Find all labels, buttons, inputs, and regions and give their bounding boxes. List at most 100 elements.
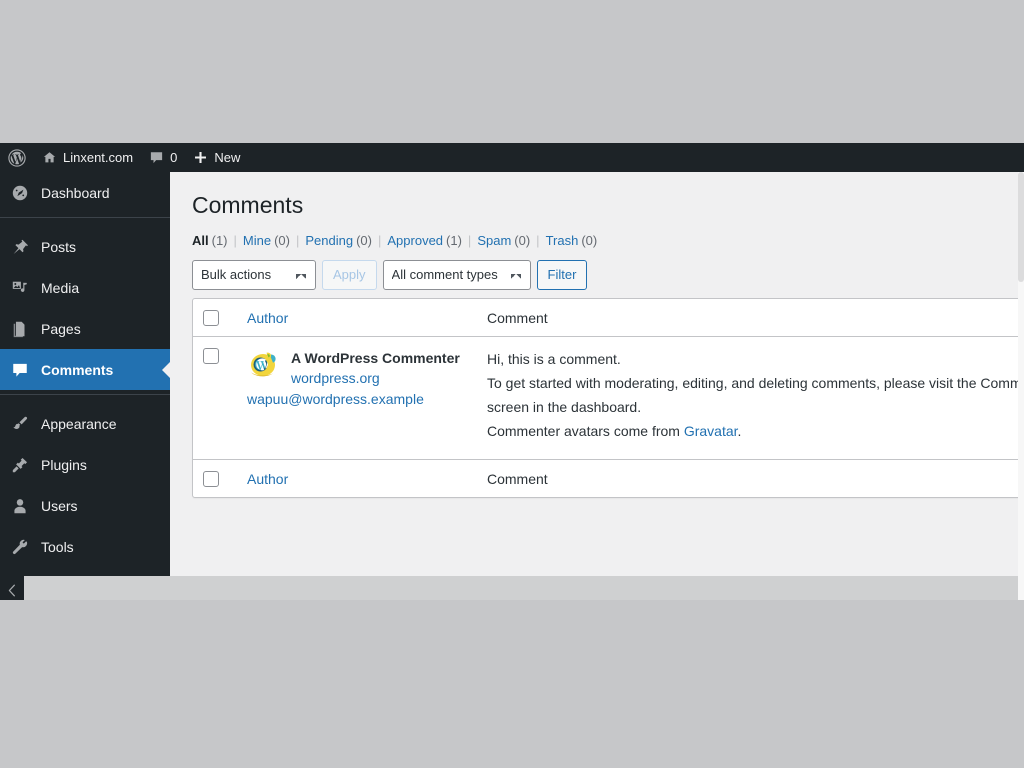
sidebar-item-label: Plugins bbox=[41, 456, 87, 473]
comments-table-body: A WordPress Commenter wordpress.org wapu… bbox=[193, 337, 1024, 459]
comment-line: screen in the dashboard. bbox=[487, 399, 642, 416]
filter-link-approved[interactable]: Approved (1) | bbox=[387, 233, 477, 248]
sidebar-item-label: Media bbox=[41, 279, 80, 296]
wrench-icon bbox=[10, 538, 30, 556]
author-column-label[interactable]: Author bbox=[247, 310, 288, 326]
wapuu-avatar-icon bbox=[247, 347, 279, 380]
sidebar-item-label: Dashboard bbox=[41, 184, 110, 201]
gravatar-link[interactable]: Gravatar bbox=[684, 423, 738, 439]
filter-link-label[interactable]: All bbox=[192, 233, 209, 248]
filter-link-spam[interactable]: Spam (0) | bbox=[477, 233, 545, 248]
author-column-footer[interactable]: Author bbox=[237, 459, 477, 497]
filter-link-all[interactable]: All (1) | bbox=[192, 233, 243, 248]
filter-divider: | bbox=[295, 232, 300, 248]
new-content-label: New bbox=[214, 150, 241, 165]
author-email-link[interactable]: wapuu@wordpress.example bbox=[247, 389, 467, 410]
author-block: A WordPress Commenter wordpress.org wapu… bbox=[247, 347, 467, 411]
comment-text-prefix: Commenter avatars come from bbox=[487, 423, 684, 440]
filter-link-trash[interactable]: Trash (0) bbox=[546, 233, 598, 248]
home-icon bbox=[42, 150, 57, 165]
filter-count: (0) bbox=[356, 232, 372, 248]
comment-line: To get started with moderating, editing,… bbox=[487, 374, 1024, 391]
comment-column-footer: Comment bbox=[477, 459, 1024, 497]
sidebar-item-users[interactable]: Users bbox=[0, 485, 170, 526]
sidebar-item-label: Appearance bbox=[41, 415, 117, 432]
select-all-checkbox-footer[interactable] bbox=[203, 471, 219, 488]
pin-icon bbox=[10, 238, 30, 256]
sidebar-item-label: Posts bbox=[41, 238, 77, 255]
filter-divider: | bbox=[377, 232, 382, 248]
filter-count: (1) bbox=[211, 232, 228, 248]
filter-divider: | bbox=[536, 232, 540, 248]
filter-link-label[interactable]: Pending bbox=[305, 233, 353, 248]
sidebar-item-dashboard[interactable]: Dashboard bbox=[0, 172, 170, 213]
sidebar-item-appearance[interactable]: Appearance bbox=[0, 403, 170, 444]
filter-link-label[interactable]: Approved bbox=[387, 233, 443, 248]
filter-link-label[interactable]: Spam bbox=[477, 233, 511, 248]
sidebar-item-media[interactable]: Media bbox=[0, 267, 170, 308]
sidebar-item-label: Tools bbox=[41, 538, 74, 555]
paintbrush-icon bbox=[10, 415, 30, 433]
author-column-label[interactable]: Author bbox=[247, 471, 288, 487]
admin-bar: Linxent.com 0 New bbox=[0, 143, 1024, 172]
table-header-row: Author Comment bbox=[193, 299, 1024, 337]
filter-count: (0) bbox=[581, 232, 598, 248]
page-title: Comments bbox=[192, 192, 304, 218]
user-icon bbox=[10, 497, 30, 515]
row-select-cell bbox=[193, 337, 237, 459]
filter-count: (0) bbox=[274, 232, 290, 248]
filter-link-label[interactable]: Mine bbox=[243, 233, 271, 248]
comment-line: Hi, this is a comment. bbox=[487, 350, 621, 367]
filter-button[interactable]: Filter bbox=[536, 259, 588, 290]
row-author-cell: A WordPress Commenter wordpress.org wapu… bbox=[237, 337, 477, 459]
sidebar-item-pages[interactable]: Pages bbox=[0, 308, 170, 349]
collapse-menu-button[interactable] bbox=[0, 576, 24, 600]
apply-button[interactable]: Apply bbox=[322, 259, 377, 290]
table-footer-row: Author Comment bbox=[193, 459, 1024, 497]
sidebar-item-label: Pages bbox=[41, 320, 81, 337]
admin-sidebar-menu: Dashboard Posts Media Pages Comments App… bbox=[0, 172, 170, 576]
plus-icon bbox=[193, 150, 208, 165]
select-all-checkbox[interactable] bbox=[203, 309, 219, 326]
sidebar-item-tools[interactable]: Tools bbox=[0, 526, 170, 567]
comment-column-header: Comment bbox=[477, 299, 1024, 337]
page-scrollbar-thumb[interactable] bbox=[1018, 172, 1024, 282]
chevron-left-icon bbox=[7, 584, 18, 597]
bulk-actions-select[interactable]: Bulk actions bbox=[192, 259, 316, 290]
pages-icon bbox=[10, 320, 30, 338]
browser-viewport: Linxent.com 0 New Dashboard Posts Media … bbox=[0, 143, 1024, 600]
comment-column-label: Comment bbox=[487, 471, 548, 488]
filter-count: (0) bbox=[514, 232, 531, 248]
comment-type-select[interactable]: All comment types bbox=[382, 259, 531, 290]
sidebar-item-plugins[interactable]: Plugins bbox=[0, 444, 170, 485]
comment-bubble-icon bbox=[10, 361, 30, 379]
comments-bubble-menu-item[interactable]: 0 bbox=[141, 143, 185, 172]
filter-link-mine[interactable]: Mine (0) | bbox=[243, 233, 305, 248]
comments-table: Author Comment A WordPress Commenter wor… bbox=[192, 297, 1024, 499]
plug-icon bbox=[10, 456, 30, 474]
comment-column-label: Comment bbox=[487, 309, 548, 326]
row-checkbox[interactable] bbox=[203, 347, 219, 364]
comment-bubble-icon bbox=[149, 150, 164, 165]
comment-text-suffix: . bbox=[737, 423, 742, 440]
author-column-header[interactable]: Author bbox=[237, 299, 477, 337]
site-name-label: Linxent.com bbox=[63, 150, 134, 165]
new-content-menu-item[interactable]: New bbox=[185, 143, 248, 172]
author-website-link[interactable]: wordpress.org bbox=[291, 368, 467, 389]
sidebar-item-label: Users bbox=[41, 497, 78, 514]
sidebar-item-posts[interactable]: Posts bbox=[0, 226, 170, 267]
wp-logo-menu-item[interactable] bbox=[0, 143, 34, 172]
sidebar-separator bbox=[0, 217, 170, 226]
site-name-menu-item[interactable]: Linxent.com bbox=[34, 143, 141, 172]
sidebar-item-comments[interactable]: Comments bbox=[0, 349, 170, 390]
media-icon bbox=[10, 279, 30, 297]
sidebar-separator bbox=[0, 394, 170, 403]
comment-status-filter-links: All (1) | Mine (0) | Pending (0) | Appro… bbox=[192, 233, 1024, 248]
filter-link-pending[interactable]: Pending (0) | bbox=[305, 233, 387, 248]
main-content-area: Comments All (1) | Mine (0) | Pending (0… bbox=[170, 172, 1024, 600]
select-all-header-cell bbox=[193, 299, 237, 337]
filter-link-label[interactable]: Trash bbox=[546, 233, 579, 248]
comments-table-head: Author Comment bbox=[193, 299, 1024, 337]
row-comment-cell: Hi, this is a comment. To get started wi… bbox=[477, 337, 1024, 459]
author-name: A WordPress Commenter bbox=[291, 349, 460, 366]
